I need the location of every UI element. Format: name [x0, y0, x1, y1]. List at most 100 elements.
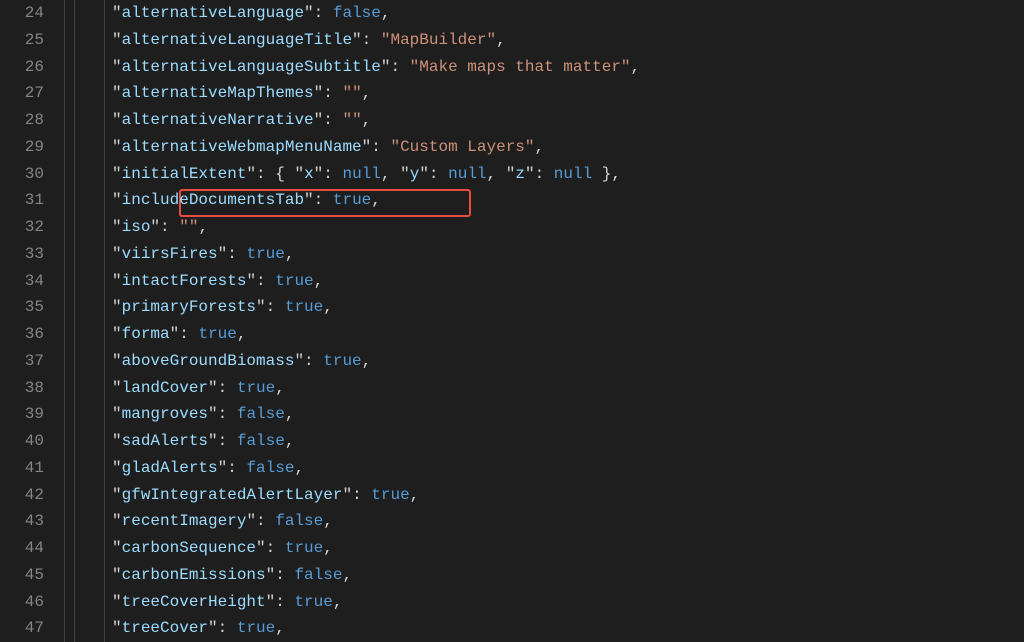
code-token: " — [342, 486, 352, 504]
code-line[interactable]: "alternativeNarrative": "", — [74, 107, 1024, 134]
code-line[interactable]: "treeCoverHeight": true, — [74, 589, 1024, 616]
code-line[interactable]: "alternativeLanguageTitle": "MapBuilder"… — [74, 27, 1024, 54]
code-token: : — [266, 298, 285, 316]
code-token: : — [266, 539, 285, 557]
line-number: 37 — [0, 348, 44, 375]
code-token: , — [410, 486, 420, 504]
code-token: " — [266, 593, 276, 611]
code-token: , — [275, 619, 285, 637]
code-line[interactable]: "includeDocumentsTab": true, — [74, 187, 1024, 214]
code-editor[interactable]: 2425262728293031323334353637383940414243… — [0, 0, 1024, 642]
code-token: , — [237, 325, 247, 343]
code-token: " — [294, 352, 304, 370]
line-number: 31 — [0, 187, 44, 214]
code-line[interactable]: "mangroves": false, — [74, 401, 1024, 428]
code-token: , — [333, 593, 343, 611]
code-line[interactable]: "landCover": true, — [74, 375, 1024, 402]
code-token: " — [112, 459, 122, 477]
code-token: " — [352, 84, 362, 102]
line-number: 34 — [0, 268, 44, 295]
code-token: : — [256, 272, 275, 290]
line-number: 38 — [0, 375, 44, 402]
code-token: forma — [122, 325, 170, 343]
code-line[interactable]: "carbonSequence": true, — [74, 535, 1024, 562]
code-token: , — [371, 191, 381, 209]
code-token: " — [506, 165, 516, 183]
code-line[interactable]: "alternativeLanguage": false, — [74, 0, 1024, 27]
code-token: , — [323, 298, 333, 316]
code-token: true — [246, 245, 284, 263]
code-token: intactForests — [122, 272, 247, 290]
code-token: : — [227, 245, 246, 263]
code-token: , — [487, 165, 506, 183]
code-token: : — [256, 512, 275, 530]
code-line[interactable]: "primaryForests": true, — [74, 294, 1024, 321]
code-token: " — [362, 138, 372, 156]
code-token: treeCover — [122, 619, 208, 637]
code-token: " — [208, 405, 218, 423]
code-token: : — [535, 165, 554, 183]
code-token: carbonSequence — [122, 539, 256, 557]
code-token: : — [304, 352, 323, 370]
code-line[interactable]: "recentImagery": false, — [74, 508, 1024, 535]
code-token: : — [256, 165, 275, 183]
code-token: : — [323, 165, 342, 183]
code-token: " — [112, 272, 122, 290]
code-line[interactable]: "alternativeLanguageSubtitle": "Make map… — [74, 54, 1024, 81]
code-token: : — [371, 138, 390, 156]
code-token: null — [448, 165, 486, 183]
code-token: " — [112, 379, 122, 397]
code-line[interactable]: "alternativeWebmapMenuName": "Custom Lay… — [74, 134, 1024, 161]
code-token: , — [362, 352, 372, 370]
code-token: aboveGroundBiomass — [122, 352, 295, 370]
code-token: : — [275, 566, 294, 584]
code-token: : — [218, 432, 237, 450]
code-token: " — [112, 593, 122, 611]
code-token: " — [112, 619, 122, 637]
code-token: : — [218, 405, 237, 423]
code-token: , — [342, 566, 352, 584]
code-line[interactable]: "aboveGroundBiomass": true, — [74, 348, 1024, 375]
code-token: gladAlerts — [122, 459, 218, 477]
code-token: " — [112, 84, 122, 102]
code-token: " — [112, 111, 122, 129]
code-token: " — [189, 218, 199, 236]
code-token: : — [390, 58, 409, 76]
code-line[interactable]: "gladAlerts": false, — [74, 455, 1024, 482]
code-line[interactable]: "alternativeMapThemes": "", — [74, 80, 1024, 107]
line-number: 42 — [0, 482, 44, 509]
code-token: y — [410, 165, 420, 183]
code-area[interactable]: "alternativeLanguage": false,"alternativ… — [74, 0, 1024, 642]
code-line[interactable]: "initialExtent": { "x": null, "y": null,… — [74, 161, 1024, 188]
code-line[interactable]: "gfwIntegratedAlertLayer": true, — [74, 482, 1024, 509]
code-token: " — [342, 111, 352, 129]
code-line[interactable]: "sadAlerts": false, — [74, 428, 1024, 455]
code-line[interactable]: "viirsFires": true, — [74, 241, 1024, 268]
line-number: 41 — [0, 455, 44, 482]
code-token: " — [112, 165, 122, 183]
code-token: recentImagery — [122, 512, 247, 530]
code-token: , — [285, 245, 295, 263]
code-token: " — [314, 84, 324, 102]
code-token: " — [112, 58, 122, 76]
code-token: true — [237, 619, 275, 637]
code-line[interactable]: "forma": true, — [74, 321, 1024, 348]
code-line[interactable]: "intactForests": true, — [74, 268, 1024, 295]
code-token: : — [160, 218, 179, 236]
code-line[interactable]: "carbonEmissions": false, — [74, 562, 1024, 589]
code-token: , — [381, 165, 400, 183]
code-token: " — [419, 165, 429, 183]
code-token: null — [554, 165, 592, 183]
code-token: , — [285, 405, 295, 423]
code-line[interactable]: "iso": "", — [74, 214, 1024, 241]
line-number: 29 — [0, 134, 44, 161]
code-token: " — [246, 512, 256, 530]
line-number: 36 — [0, 321, 44, 348]
code-token: true — [294, 593, 332, 611]
code-token: " — [112, 325, 122, 343]
code-token: alternativeLanguageTitle — [122, 31, 352, 49]
code-token: alternativeWebmapMenuName — [122, 138, 362, 156]
code-token: " — [112, 566, 122, 584]
code-line[interactable]: "treeCover": true, — [74, 615, 1024, 642]
code-token: " — [525, 165, 535, 183]
